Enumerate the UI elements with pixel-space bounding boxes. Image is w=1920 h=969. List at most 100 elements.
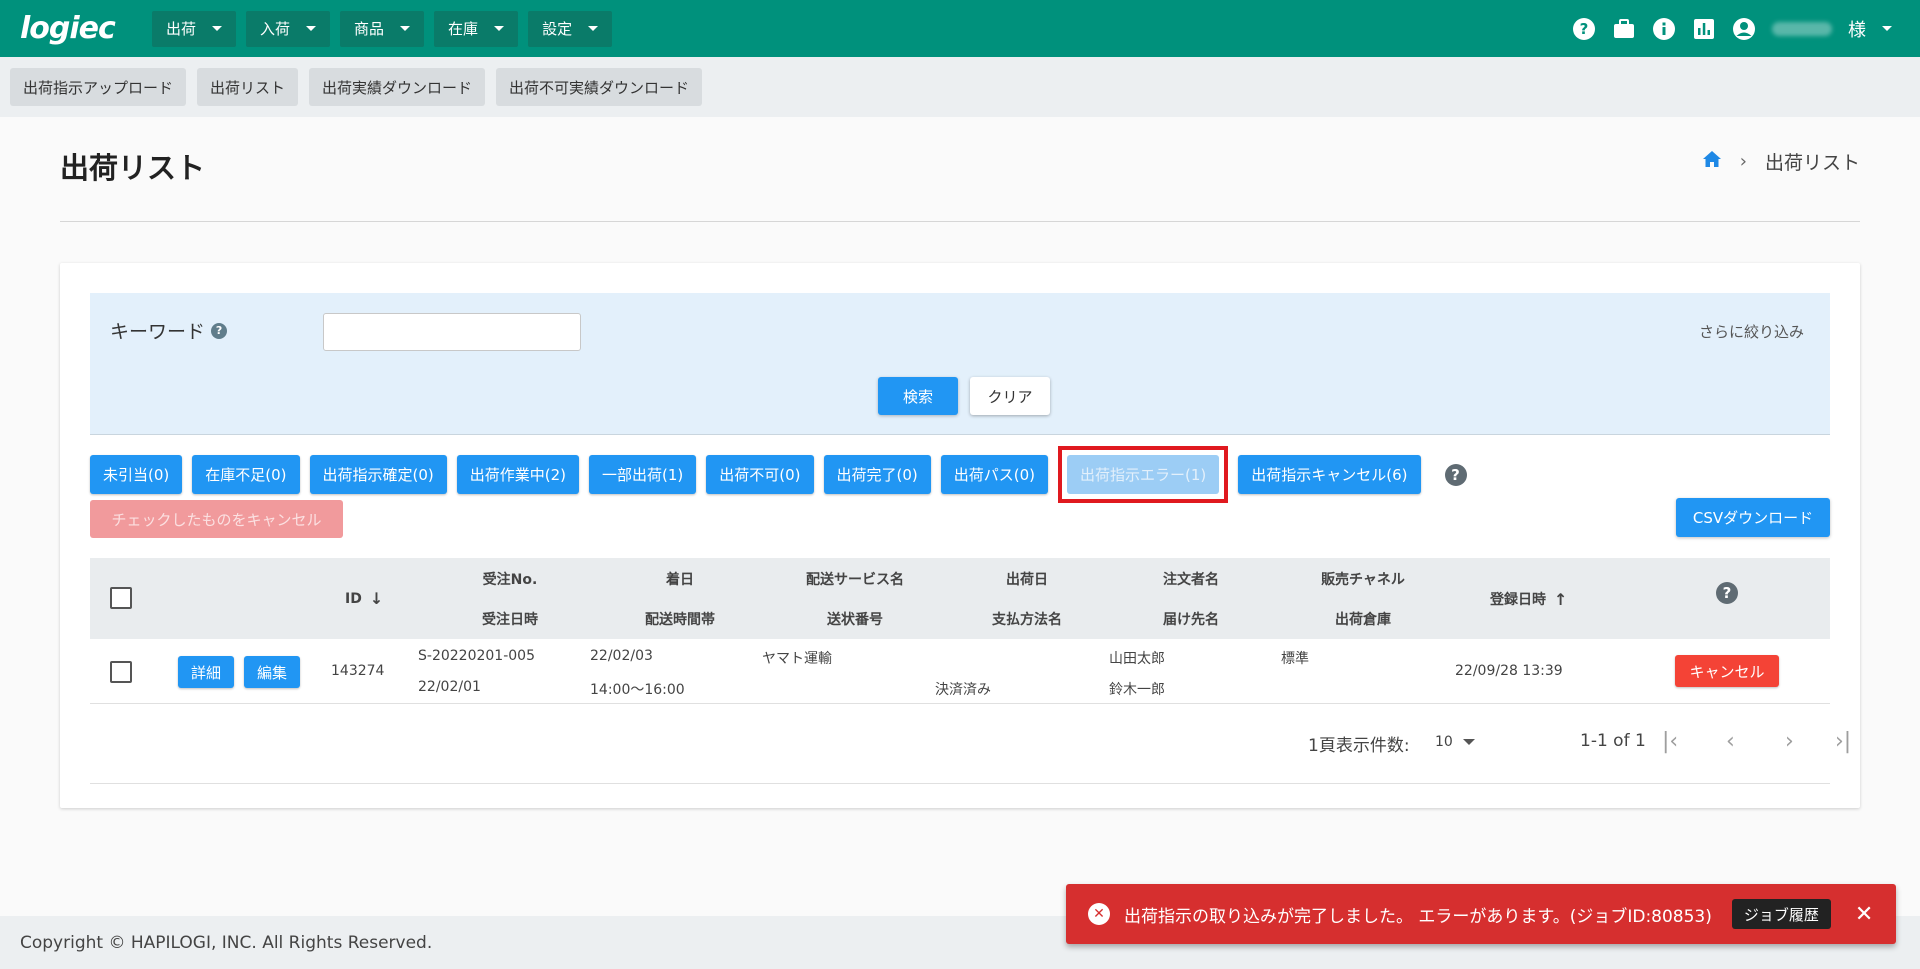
status-pass-button[interactable]: 出荷パス(0)	[940, 455, 1048, 494]
help-icon[interactable]: ?	[1444, 463, 1467, 486]
nav-receiving[interactable]: 入荷	[246, 10, 331, 47]
page-title: 出荷リスト	[60, 151, 206, 185]
nav-settings[interactable]: 設定	[528, 10, 613, 47]
chevron-down-icon	[400, 26, 411, 31]
header-tracking-no: 送状番号	[827, 612, 883, 628]
clear-button[interactable]: クリア	[970, 377, 1050, 415]
status-filter-row: 未引当(0) 在庫不足(0) 出荷指示確定(0) 出荷作業中(2) 一部出荷(1…	[90, 446, 1467, 503]
row-order-no: S-20220201-005	[418, 648, 535, 664]
breadcrumb-current: 出荷リスト	[1764, 152, 1860, 174]
header-id[interactable]: ID ↓	[345, 589, 383, 608]
per-page-select[interactable]: 10	[1435, 734, 1475, 750]
first-page-icon[interactable]: |‹	[1662, 729, 1678, 754]
status-unshippable-button[interactable]: 出荷不可(0)	[706, 455, 814, 494]
detail-button[interactable]: 詳細	[178, 656, 234, 688]
top-navbar: logiec 出荷 入荷 商品 在庫 設定 ? 様	[0, 0, 1920, 57]
header-delivery-service: 配送サービス名	[806, 572, 904, 588]
download-unshippable-results-button[interactable]: 出荷不可実績ダウンロード	[496, 68, 703, 106]
sub-toolbar: 出荷指示アップロード 出荷リスト 出荷実績ダウンロード 出荷不可実績ダウンロード	[0, 57, 1920, 117]
search-panel: キーワード ? さらに絞り込み 検索 クリア	[90, 293, 1830, 435]
download-shipping-results-button[interactable]: 出荷実績ダウンロード	[309, 68, 486, 106]
close-icon[interactable]: ✕	[1855, 902, 1873, 927]
row-arrival-date: 22/02/03	[590, 648, 653, 664]
keyword-input[interactable]	[323, 313, 581, 351]
row-cancel-button[interactable]: キャンセル	[1675, 655, 1779, 687]
next-page-icon[interactable]: ›	[1785, 729, 1794, 754]
row-sales-channel: 標準	[1281, 651, 1309, 667]
pagination: 1頁表示件数: 10 1-1 of 1 |‹ ‹ › ›|	[90, 704, 1851, 784]
per-page-value: 10	[1435, 734, 1453, 750]
home-icon[interactable]	[1702, 150, 1722, 173]
status-in-progress-button[interactable]: 出荷作業中(2)	[456, 455, 579, 494]
status-out-of-stock-button[interactable]: 在庫不足(0)	[192, 455, 300, 494]
table-row: 詳細 編集 143274 S-20220201-005 22/02/01 22/…	[90, 639, 1830, 704]
status-cancelled-button[interactable]: 出荷指示キャンセル(6)	[1238, 455, 1421, 494]
select-all-checkbox[interactable]	[110, 587, 132, 609]
briefcase-icon[interactable]	[1612, 17, 1636, 41]
app-logo[interactable]: logiec	[20, 11, 132, 46]
arrow-up-icon: ↑	[1554, 589, 1568, 609]
chevron-down-icon	[212, 26, 223, 31]
header-warehouse: 出荷倉庫	[1335, 612, 1391, 628]
table-header: ID ↓ 受注No. 受注日時 着日 配送時間帯 配送サービス名 送状番号 出荷…	[90, 558, 1830, 639]
job-history-button[interactable]: ジョブ履歴	[1731, 899, 1831, 929]
help-icon[interactable]: ?	[1572, 17, 1596, 41]
header-recipient: 届け先名	[1163, 612, 1219, 628]
shipping-list-card: キーワード ? さらに絞り込み 検索 クリア 未引当(0) 在庫不足(0) 出荷…	[60, 263, 1860, 808]
breadcrumb: › 出荷リスト	[1702, 148, 1860, 175]
nav-inventory-label: 在庫	[448, 20, 479, 38]
row-registered-at: 22/09/28 13:39	[1455, 663, 1563, 679]
row-delivery-service: ヤマト運輸	[762, 651, 832, 667]
row-orderer: 山田太郎	[1109, 651, 1165, 667]
prev-page-icon[interactable]: ‹	[1726, 729, 1735, 754]
header-order-date: 受注日時	[482, 612, 538, 628]
copyright-text: Copyright © HAPILOGI, INC. All Rights Re…	[20, 932, 433, 953]
status-completed-button[interactable]: 出荷完了(0)	[823, 455, 931, 494]
cancel-checked-button[interactable]: チェックしたものをキャンセル	[90, 500, 343, 538]
header-orderer: 注文者名	[1163, 572, 1219, 588]
search-button[interactable]: 検索	[878, 377, 958, 415]
nav-shipping-label: 出荷	[166, 20, 197, 38]
status-error-button[interactable]: 出荷指示エラー(1)	[1067, 455, 1220, 494]
nav-settings-label: 設定	[542, 20, 573, 38]
chevron-right-icon: ›	[1739, 151, 1747, 172]
status-unallocated-button[interactable]: 未引当(0)	[90, 455, 183, 494]
keyword-label-text: キーワード	[110, 321, 206, 343]
error-icon: ✕	[1088, 903, 1110, 925]
upload-shipping-instructions-button[interactable]: 出荷指示アップロード	[10, 68, 187, 106]
main-nav: 出荷 入荷 商品 在庫 設定	[152, 10, 613, 47]
error-snackbar: ✕ 出荷指示の取り込みが完了しました。 エラーがあります。(ジョブID:8085…	[1066, 884, 1896, 944]
page-range: 1-1 of 1	[1580, 731, 1646, 751]
header-registered-at[interactable]: 登録日時 ↑	[1490, 589, 1567, 609]
row-checkbox[interactable]	[110, 661, 132, 683]
status-partial-button[interactable]: 一部出荷(1)	[589, 455, 697, 494]
chevron-down-icon[interactable]	[1882, 26, 1892, 31]
csv-download-button[interactable]: CSVダウンロード	[1676, 498, 1830, 537]
row-delivery-time: 14:00〜16:00	[590, 682, 685, 698]
header-sales-channel: 販売チャネル	[1321, 572, 1405, 588]
nav-shipping[interactable]: 出荷	[152, 10, 237, 47]
user-name	[1772, 21, 1832, 36]
nav-inventory[interactable]: 在庫	[434, 10, 519, 47]
bar-chart-icon[interactable]	[1692, 17, 1716, 41]
help-icon[interactable]: ?	[1716, 582, 1738, 604]
svg-text:?: ?	[1580, 20, 1589, 38]
chevron-down-icon	[1462, 739, 1475, 745]
row-id: 143274	[331, 663, 385, 679]
header-delivery-time: 配送時間帯	[645, 612, 715, 628]
last-page-icon[interactable]: ›|	[1835, 729, 1851, 754]
edit-button[interactable]: 編集	[244, 656, 300, 688]
info-icon[interactable]	[1652, 17, 1676, 41]
row-order-date: 22/02/01	[418, 679, 481, 695]
help-icon[interactable]: ?	[211, 322, 228, 339]
arrow-down-icon: ↓	[369, 589, 384, 608]
highlight-box: 出荷指示エラー(1)	[1058, 446, 1229, 503]
more-filters-link[interactable]: さらに絞り込み	[1699, 321, 1804, 342]
per-page-label: 1頁表示件数:	[1308, 736, 1410, 756]
shipping-list-button[interactable]: 出荷リスト	[197, 68, 299, 106]
nav-products[interactable]: 商品	[340, 10, 425, 47]
status-confirmed-button[interactable]: 出荷指示確定(0)	[309, 455, 447, 494]
divider	[60, 221, 1860, 222]
row-recipient: 鈴木一郎	[1109, 682, 1165, 698]
account-icon[interactable]	[1732, 17, 1756, 41]
